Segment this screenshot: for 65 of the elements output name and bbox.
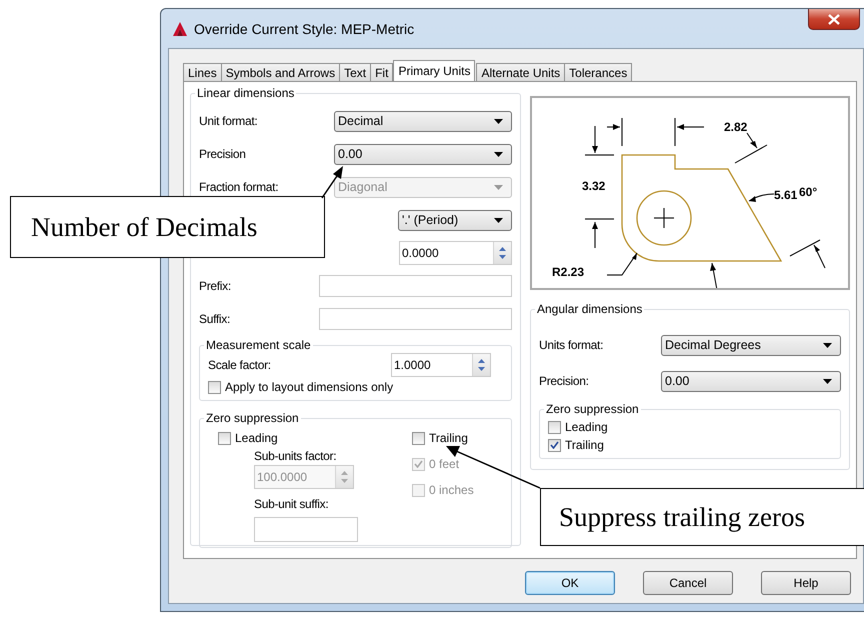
field-label: Suffix: bbox=[199, 312, 230, 326]
spinner-field[interactable]: 0.0000 bbox=[399, 241, 512, 265]
text-field[interactable] bbox=[254, 517, 358, 542]
close-button[interactable] bbox=[808, 9, 860, 30]
dropdown[interactable]: 0.00 bbox=[334, 144, 512, 164]
window-title: Override Current Style: MEP-Metric bbox=[194, 20, 414, 36]
field-label: Precision: bbox=[539, 374, 589, 388]
dropdown[interactable]: Decimal Degrees bbox=[661, 334, 841, 356]
caret-icon bbox=[823, 342, 832, 348]
tab[interactable]: Text bbox=[339, 63, 372, 81]
check-icon bbox=[550, 441, 559, 449]
dialog-button[interactable]: Help bbox=[761, 571, 851, 595]
caret-icon bbox=[494, 218, 503, 222]
app-icon bbox=[172, 20, 188, 36]
dropdown[interactable]: '.' (Period) bbox=[398, 210, 512, 230]
checkbox[interactable]: Apply to layout dimensions only bbox=[208, 380, 503, 394]
dimension-label: 3.32 bbox=[582, 179, 606, 193]
dialog-button[interactable]: Cancel bbox=[643, 571, 733, 595]
field-label: Sub-units factor: bbox=[254, 449, 336, 463]
dimension-label: 5.61 bbox=[774, 188, 798, 202]
up-down-arrows-icon bbox=[341, 470, 348, 484]
checkbox[interactable]: Leading bbox=[548, 420, 832, 434]
checkbox[interactable]: Leading bbox=[218, 431, 398, 445]
tab[interactable]: Lines bbox=[183, 63, 222, 81]
callout-box: Suppress trailing zeros bbox=[540, 488, 864, 546]
spin-button[interactable] bbox=[493, 242, 511, 264]
spinner-field[interactable]: 1.0000 bbox=[391, 353, 491, 377]
group-title: Zero suppression bbox=[205, 411, 300, 425]
callout-box: Number of Decimals bbox=[10, 196, 325, 258]
dialog-button[interactable]: OK bbox=[525, 571, 615, 595]
text-field[interactable] bbox=[319, 308, 512, 330]
field-label: Scale factor: bbox=[208, 358, 271, 372]
caret-icon bbox=[494, 118, 503, 124]
tab[interactable]: Primary Units bbox=[393, 60, 476, 81]
spin-button[interactable] bbox=[335, 466, 353, 488]
group-title: Angular dimensions bbox=[536, 302, 644, 316]
dropdown[interactable]: 0.00 bbox=[661, 370, 841, 392]
checkbox[interactable]: Trailing bbox=[412, 431, 474, 445]
group-title: Linear dimensions bbox=[196, 86, 296, 100]
caret-icon bbox=[494, 152, 503, 156]
group-title: Zero suppression bbox=[545, 402, 640, 416]
dropdown[interactable]: Decimal bbox=[334, 110, 512, 132]
field-label: Prefix: bbox=[199, 279, 231, 293]
field-label: Precision bbox=[199, 147, 246, 161]
tab[interactable]: Alternate Units bbox=[476, 63, 566, 81]
dimension-label: 60° bbox=[799, 185, 818, 199]
checkbox[interactable]: Trailing bbox=[548, 438, 832, 452]
field-label: Unit format: bbox=[199, 114, 258, 128]
caret-icon bbox=[494, 184, 503, 190]
group-title: Measurement scale bbox=[205, 338, 312, 352]
close-icon bbox=[828, 14, 840, 24]
field-label: Fraction format: bbox=[199, 180, 278, 194]
spin-button[interactable] bbox=[472, 354, 490, 376]
tab[interactable]: Symbols and Arrows bbox=[220, 63, 340, 81]
up-down-arrows-icon bbox=[499, 246, 506, 260]
up-down-arrows-icon bbox=[478, 358, 485, 372]
text-field[interactable] bbox=[319, 275, 512, 297]
check-icon bbox=[414, 460, 423, 468]
dimension-label: 2.82 bbox=[724, 120, 748, 134]
caret-icon bbox=[823, 378, 832, 384]
field-label: Sub-unit suffix: bbox=[254, 497, 328, 511]
field-label: Units format: bbox=[539, 338, 604, 352]
tab[interactable]: Fit bbox=[370, 63, 394, 81]
dimension-label: R2.23 bbox=[552, 265, 584, 279]
tab[interactable]: Tolerances bbox=[564, 63, 632, 81]
